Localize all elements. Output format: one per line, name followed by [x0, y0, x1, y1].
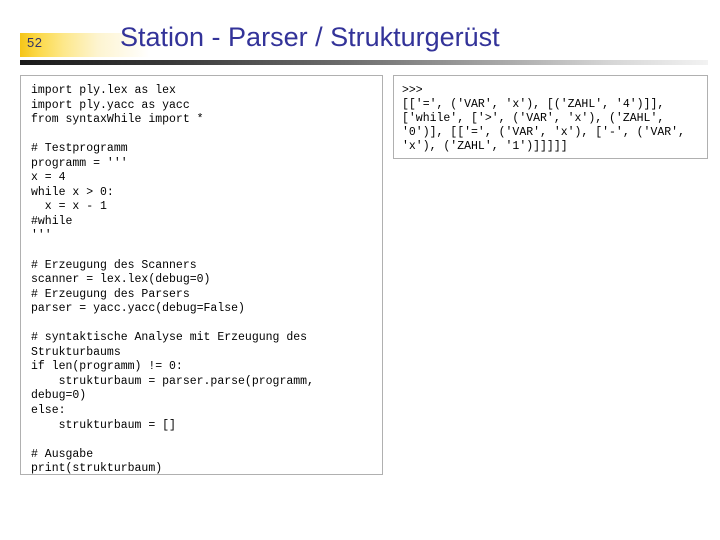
- source-code-panel: import ply.lex as lex import ply.yacc as…: [20, 75, 383, 475]
- source-code-text: import ply.lex as lex import ply.yacc as…: [31, 84, 314, 476]
- console-output-text: >>> [['=', ('VAR', 'x'), [('ZAHL', '4')]…: [402, 84, 685, 153]
- slide-number: 52: [27, 35, 43, 50]
- page-title: Station - Parser / Strukturgerüst: [120, 22, 500, 52]
- console-output-panel: >>> [['=', ('VAR', 'x'), [('ZAHL', '4')]…: [393, 75, 708, 159]
- header-divider: [20, 60, 708, 65]
- slide-header: 52 Station - Parser / Strukturgerüst: [0, 0, 720, 68]
